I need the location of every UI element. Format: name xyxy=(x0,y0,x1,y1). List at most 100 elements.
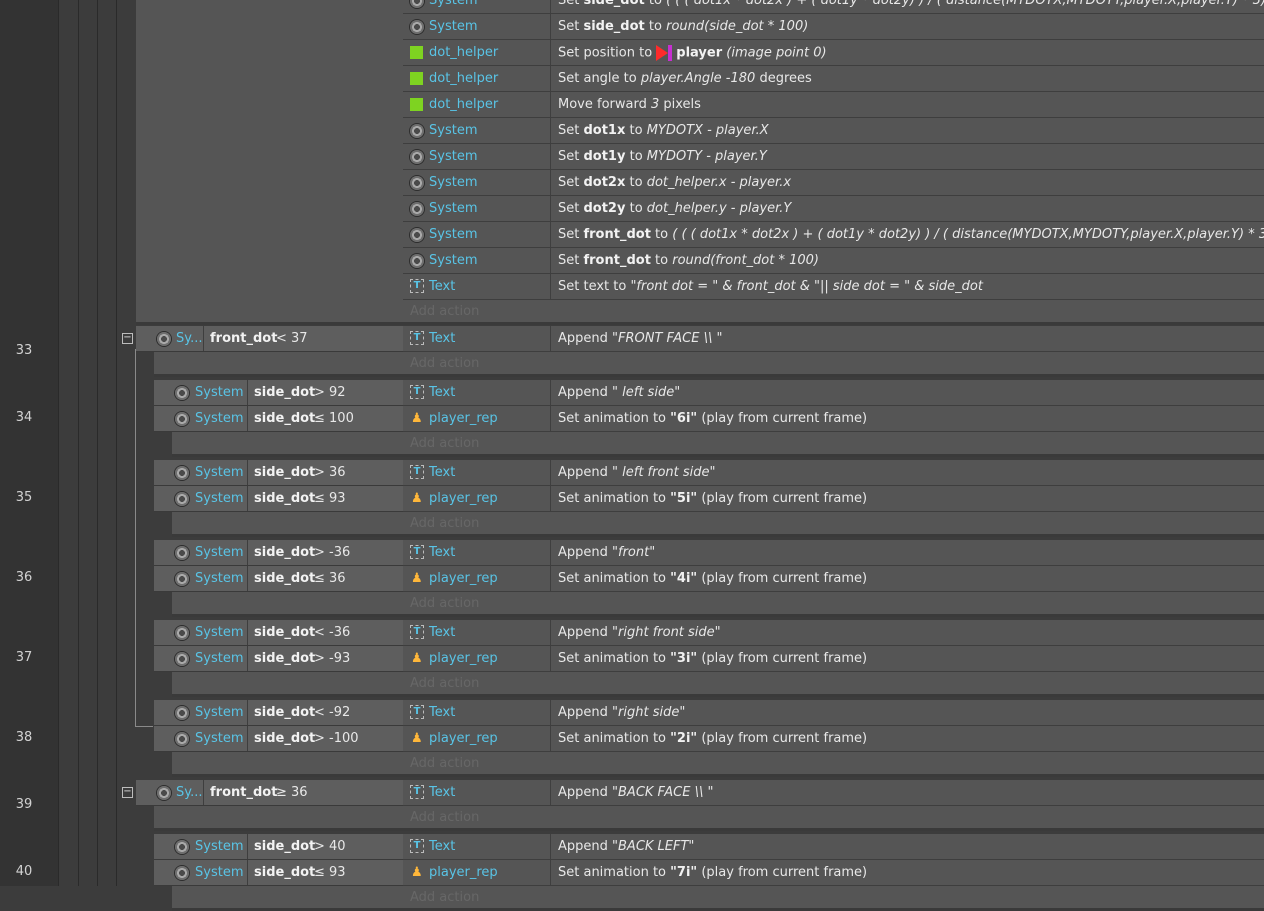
action-row[interactable] xyxy=(403,14,1264,40)
action-row[interactable] xyxy=(403,40,1264,66)
action-object-name[interactable]: System xyxy=(429,149,477,164)
condition-object-name[interactable]: System xyxy=(195,705,243,720)
action-row[interactable] xyxy=(403,144,1264,170)
action-text[interactable]: Append "right side" xyxy=(558,705,685,720)
action-text[interactable]: Append " left front side" xyxy=(558,465,716,480)
action-object-name[interactable]: player_rep xyxy=(429,491,498,506)
action-object-name[interactable]: Text xyxy=(429,465,455,480)
action-text[interactable]: Set animation to "6i" (play from current… xyxy=(558,411,867,426)
action-text[interactable]: Set front_dot to ( ( ( dot1x * dot2x ) +… xyxy=(558,227,1264,242)
add-action-button[interactable]: Add action xyxy=(410,516,479,531)
add-action-row[interactable] xyxy=(172,512,1264,537)
action-object-name[interactable]: System xyxy=(429,253,477,268)
condition-object-name[interactable]: System xyxy=(195,865,243,880)
action-text[interactable]: Set side_dot to round(side_dot * 100) xyxy=(558,19,808,34)
action-text[interactable]: Set animation to "3i" (play from current… xyxy=(558,651,867,666)
action-text[interactable]: Set front_dot to round(front_dot * 100) xyxy=(558,253,819,268)
action-object-name[interactable]: dot_helper xyxy=(429,45,498,60)
add-action-row[interactable] xyxy=(154,352,1264,377)
action-object-name[interactable]: System xyxy=(429,0,477,8)
action-text[interactable]: Append "front" xyxy=(558,545,655,560)
action-object-name[interactable]: System xyxy=(429,19,477,34)
action-object-name[interactable]: Text xyxy=(429,705,455,720)
action-text[interactable]: Set dot1y to MYDOTY - player.Y xyxy=(558,149,767,164)
action-object-name[interactable]: player_rep xyxy=(429,731,498,746)
add-action-row[interactable] xyxy=(154,806,1264,831)
action-text[interactable]: Move forward 3 pixels xyxy=(558,97,701,112)
action-object-name[interactable]: player_rep xyxy=(429,651,498,666)
add-action-row[interactable] xyxy=(136,300,1264,325)
action-row[interactable] xyxy=(403,66,1264,92)
action-text[interactable]: Set animation to "7i" (play from current… xyxy=(558,865,867,880)
action-text[interactable]: Append "right front side" xyxy=(558,625,721,640)
add-action-button[interactable]: Add action xyxy=(410,356,479,371)
action-row[interactable] xyxy=(403,118,1264,144)
action-row[interactable] xyxy=(403,834,1264,860)
condition-object-name[interactable]: System xyxy=(195,411,243,426)
action-object-name[interactable]: player_rep xyxy=(429,865,498,880)
action-text[interactable]: Set angle to player.Angle -180 degrees xyxy=(558,71,812,86)
add-action-button[interactable]: Add action xyxy=(410,304,479,319)
action-object-name[interactable]: System xyxy=(429,201,477,216)
action-text[interactable]: Append "FRONT FACE \\ " xyxy=(558,331,722,346)
action-text[interactable]: Set text to "front dot = " & front_dot &… xyxy=(558,279,983,294)
action-object-name[interactable]: Text xyxy=(429,385,455,400)
action-row[interactable] xyxy=(403,248,1264,274)
condition-object-name[interactable]: Sy... xyxy=(176,785,203,800)
action-text[interactable]: Set position to player (image point 0) xyxy=(558,45,827,61)
action-text[interactable]: Set dot1x to MYDOTX - player.X xyxy=(558,123,769,138)
action-object-name[interactable]: dot_helper xyxy=(429,71,498,86)
add-action-button[interactable]: Add action xyxy=(410,756,479,771)
collapse-icon[interactable]: − xyxy=(122,333,133,344)
add-action-row[interactable] xyxy=(172,886,1264,911)
action-row[interactable] xyxy=(403,170,1264,196)
condition-object-name[interactable]: Sy... xyxy=(176,331,203,346)
action-object-name[interactable]: System xyxy=(429,227,477,242)
collapse-icon[interactable]: − xyxy=(122,787,133,798)
action-row[interactable] xyxy=(403,460,1264,486)
action-text[interactable]: Set animation to "5i" (play from current… xyxy=(558,491,867,506)
condition-object-name[interactable]: System xyxy=(195,465,243,480)
action-object-name[interactable]: Text xyxy=(429,545,455,560)
action-object-name[interactable]: System xyxy=(429,175,477,190)
add-action-row[interactable] xyxy=(172,672,1264,697)
condition-object-name[interactable]: System xyxy=(195,839,243,854)
action-row[interactable] xyxy=(403,780,1264,806)
action-object-name[interactable]: Text xyxy=(429,625,455,640)
action-row[interactable] xyxy=(403,326,1264,352)
action-row[interactable] xyxy=(403,540,1264,566)
action-row[interactable] xyxy=(403,700,1264,726)
add-action-button[interactable]: Add action xyxy=(410,810,479,825)
action-object-name[interactable]: dot_helper xyxy=(429,97,498,112)
action-text[interactable]: Append "BACK LEFT" xyxy=(558,839,694,854)
action-text[interactable]: Set animation to "2i" (play from current… xyxy=(558,731,867,746)
action-text[interactable]: Append " left side" xyxy=(558,385,680,400)
add-action-row[interactable] xyxy=(172,432,1264,457)
action-text[interactable]: Set animation to "4i" (play from current… xyxy=(558,571,867,586)
condition-object-name[interactable]: System xyxy=(195,545,243,560)
add-action-button[interactable]: Add action xyxy=(410,676,479,691)
action-object-name[interactable]: System xyxy=(429,123,477,138)
add-action-button[interactable]: Add action xyxy=(410,436,479,451)
action-object-name[interactable]: Text xyxy=(429,785,455,800)
add-action-row[interactable] xyxy=(172,752,1264,777)
action-object-name[interactable]: Text xyxy=(429,279,455,294)
action-text[interactable]: Append "BACK FACE \\ " xyxy=(558,785,713,800)
add-action-button[interactable]: Add action xyxy=(410,596,479,611)
condition-object-name[interactable]: System xyxy=(195,571,243,586)
condition-object-name[interactable]: System xyxy=(195,625,243,640)
action-object-name[interactable]: player_rep xyxy=(429,571,498,586)
action-row[interactable] xyxy=(403,380,1264,406)
action-text[interactable]: Set side_dot to ( ( ( dot1x * dot2x ) + … xyxy=(558,0,1264,8)
condition-object-name[interactable]: System xyxy=(195,731,243,746)
action-row[interactable] xyxy=(403,620,1264,646)
condition-object-name[interactable]: System xyxy=(195,491,243,506)
condition-object-name[interactable]: System xyxy=(195,385,243,400)
action-object-name[interactable]: Text xyxy=(429,839,455,854)
action-object-name[interactable]: player_rep xyxy=(429,411,498,426)
action-row[interactable] xyxy=(403,196,1264,222)
condition-object-name[interactable]: System xyxy=(195,651,243,666)
action-object-name[interactable]: Text xyxy=(429,331,455,346)
action-row[interactable] xyxy=(403,92,1264,118)
action-text[interactable]: Set dot2y to dot_helper.y - player.Y xyxy=(558,201,791,216)
